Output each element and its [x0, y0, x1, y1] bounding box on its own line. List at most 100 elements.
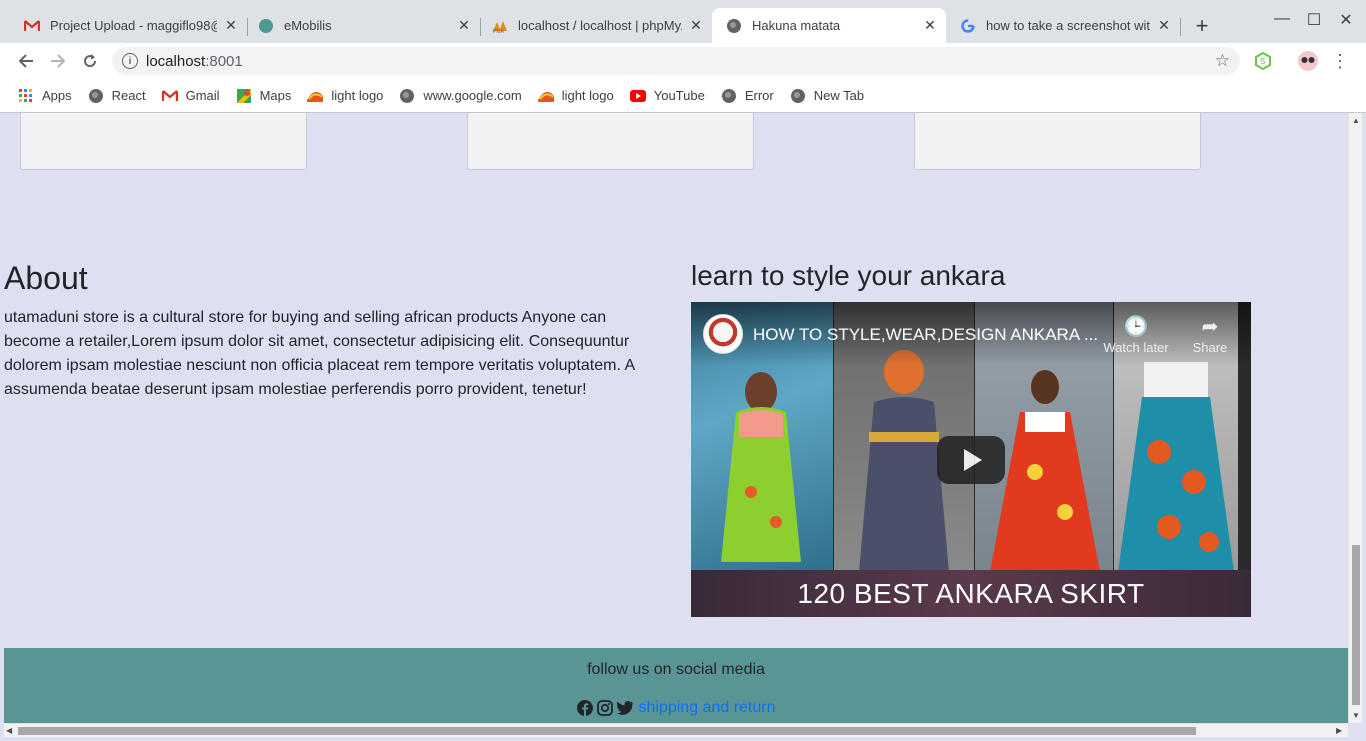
- share-label: Share: [1192, 340, 1228, 355]
- watch-later-button[interactable]: 🕒 Watch later: [1101, 314, 1171, 355]
- video-heading: learn to style your ankara: [691, 260, 1006, 291]
- phpmyadmin-icon: PMA: [492, 18, 508, 34]
- scroll-left-arrow-icon[interactable]: ◀: [6, 726, 12, 735]
- share-icon: ➦: [1201, 316, 1219, 338]
- twitter-icon[interactable]: [616, 700, 633, 716]
- share-button[interactable]: ➦ Share: [1175, 314, 1245, 355]
- close-icon[interactable]: ✕: [456, 17, 472, 34]
- scroll-right-arrow-icon[interactable]: ▶: [1336, 726, 1342, 735]
- watch-later-label: Watch later: [1103, 340, 1169, 355]
- address-bar[interactable]: i localhost:8001 ☆: [112, 47, 1240, 75]
- emobilis-icon: [258, 18, 274, 34]
- node-extension-icon[interactable]: S: [1254, 52, 1272, 70]
- bookmark-label: Maps: [259, 88, 292, 103]
- bookmark-label: Gmail: [185, 88, 220, 103]
- gmail-icon: [24, 18, 40, 34]
- about-text: utamaduni store is a cultural store for …: [4, 309, 635, 398]
- tab-google-search[interactable]: how to take a screenshot with ✕: [946, 8, 1181, 43]
- bookmark-label: Apps: [42, 88, 72, 103]
- footer-follow-text: follow us on social media: [587, 661, 765, 678]
- tab-hakuna-matata[interactable]: Hakuna matata ✕: [712, 8, 946, 43]
- close-icon[interactable]: ✕: [223, 17, 239, 34]
- bookmark-light-logo-2[interactable]: light logo: [537, 88, 614, 104]
- channel-avatar[interactable]: [703, 314, 743, 354]
- tab-title: Hakuna matata: [752, 18, 841, 33]
- vertical-scroll-thumb[interactable]: [1352, 545, 1360, 705]
- profile-avatar-icon[interactable]: [1298, 51, 1318, 71]
- globe-icon: [721, 88, 737, 104]
- maximize-icon[interactable]: ☐: [1302, 10, 1326, 30]
- bookmarks-bar: Apps React Gmail Maps light logo www.goo…: [0, 79, 1366, 113]
- bookmark-new-tab[interactable]: New Tab: [790, 88, 864, 104]
- bookmark-label: YouTube: [653, 88, 705, 103]
- bookmark-label: www.google.com: [423, 88, 522, 103]
- facebook-icon[interactable]: [576, 700, 593, 716]
- tab-title: Project Upload - maggiflo98@g: [50, 18, 217, 33]
- bookmark-apps[interactable]: Apps: [18, 88, 72, 104]
- forward-arrow-icon[interactable]: [46, 49, 70, 73]
- bookmark-label: light logo: [331, 88, 384, 103]
- new-tab-button[interactable]: +: [1190, 13, 1214, 38]
- product-card: [914, 113, 1201, 170]
- maps-icon: [236, 88, 252, 104]
- close-icon[interactable]: ✕: [688, 17, 704, 34]
- bookmark-label: light logo: [561, 88, 614, 103]
- video-title[interactable]: HOW TO STYLE,WEAR,DESIGN ANKARA ...: [753, 325, 1098, 345]
- close-icon[interactable]: ✕: [922, 17, 938, 34]
- address-host: localhost: [146, 52, 206, 70]
- youtube-video-embed[interactable]: HOW TO STYLE,WEAR,DESIGN ANKARA ... 🕒 Wa…: [691, 302, 1251, 617]
- address-port: :8001: [205, 52, 243, 70]
- vertical-scrollbar[interactable]: ▲ ▼: [1348, 113, 1362, 723]
- close-icon[interactable]: ✕: [1156, 17, 1172, 34]
- horizontal-scroll-thumb[interactable]: [18, 727, 1196, 735]
- globe-icon: [790, 88, 806, 104]
- apps-grid-icon: [18, 88, 34, 104]
- bookmark-label: New Tab: [813, 88, 865, 103]
- bookmark-gmail[interactable]: Gmail: [161, 88, 220, 104]
- bookmark-google[interactable]: www.google.com: [399, 88, 522, 104]
- footer-links: shipping and return: [4, 699, 1348, 717]
- bookmark-label: Error: [744, 88, 774, 103]
- svg-text:S: S: [1260, 57, 1265, 66]
- tab-title: eMobilis: [284, 18, 332, 33]
- reload-icon[interactable]: [78, 49, 102, 73]
- bookmark-maps[interactable]: Maps: [236, 88, 292, 104]
- browser-toolbar: i localhost:8001 ☆ S ⋮: [0, 43, 1366, 79]
- globe-icon: [726, 18, 742, 34]
- svg-text:PMA: PMA: [493, 29, 505, 33]
- minimize-icon[interactable]: —: [1270, 10, 1294, 28]
- bookmark-light-logo[interactable]: light logo: [307, 88, 383, 104]
- tab-project-upload[interactable]: Project Upload - maggiflo98@g ✕: [10, 8, 248, 43]
- info-icon[interactable]: i: [122, 53, 138, 69]
- bookmark-label: React: [111, 88, 146, 103]
- page-viewport: About utamaduni store is a cultural stor…: [4, 113, 1348, 723]
- tab-title: how to take a screenshot with: [986, 18, 1150, 33]
- product-card: [20, 113, 307, 170]
- clock-icon: 🕒: [1123, 316, 1149, 338]
- horizontal-scrollbar[interactable]: ◀ ▶: [4, 723, 1348, 737]
- play-button[interactable]: [937, 436, 1005, 484]
- light-logo-icon: [537, 88, 554, 104]
- light-logo-icon: [307, 88, 324, 104]
- menu-dots-icon[interactable]: ⋮: [1328, 49, 1352, 73]
- browser-tab-strip: Project Upload - maggiflo98@g ✕ eMobilis…: [0, 0, 1366, 43]
- about-heading: About: [4, 260, 88, 296]
- gmail-icon: [161, 88, 178, 104]
- back-arrow-icon[interactable]: [14, 49, 38, 73]
- bookmark-error[interactable]: Error: [721, 88, 774, 104]
- bookmark-youtube[interactable]: YouTube: [629, 88, 705, 104]
- video-banner-text: 120 BEST ANKARA SKIRT: [691, 570, 1251, 617]
- bookmark-star-icon[interactable]: ☆: [1215, 51, 1230, 71]
- bookmark-react[interactable]: React: [88, 88, 146, 104]
- instagram-icon[interactable]: [596, 700, 613, 716]
- shipping-return-link[interactable]: shipping and return: [639, 699, 776, 717]
- globe-icon: [399, 88, 415, 104]
- globe-icon: [88, 88, 104, 104]
- product-card: [467, 113, 754, 170]
- youtube-icon: [629, 88, 646, 104]
- tab-emobilis[interactable]: eMobilis ✕: [244, 8, 481, 43]
- scroll-down-arrow-icon[interactable]: ▼: [1352, 711, 1360, 720]
- window-close-icon[interactable]: ✕: [1334, 10, 1358, 30]
- scroll-up-arrow-icon[interactable]: ▲: [1352, 116, 1360, 125]
- tab-phpmyadmin[interactable]: PMA localhost / localhost | phpMyA ✕: [478, 8, 712, 43]
